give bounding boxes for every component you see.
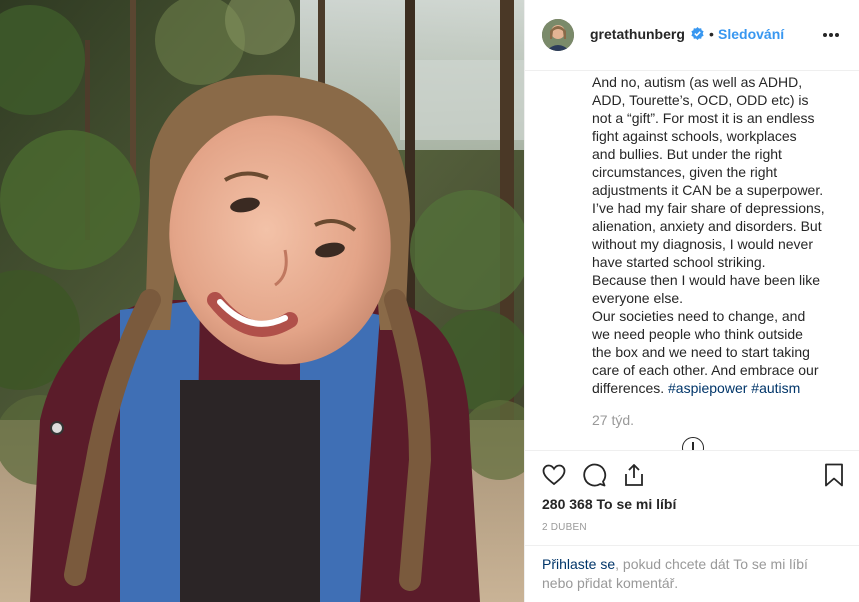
- caption-line: we need people who think outside: [592, 326, 803, 342]
- caption-line: And no, autism (as well as ADHD,: [592, 74, 803, 90]
- like-count-label: To se mi líbí: [596, 496, 677, 512]
- bookmark-icon[interactable]: [821, 462, 847, 488]
- caption-line: circumstances, given the right: [592, 164, 778, 180]
- caption-text: differences.: [592, 380, 669, 396]
- post-photo[interactable]: [0, 0, 524, 602]
- caption-line: Our societies need to change, and: [592, 308, 806, 324]
- heart-icon[interactable]: [541, 462, 567, 488]
- caption-line: everyone else.: [592, 290, 684, 306]
- username[interactable]: gretathunberg: [590, 26, 685, 42]
- caption-line: I’ve had my fair share of depressions,: [592, 200, 825, 216]
- hashtag-autism[interactable]: #autism: [751, 380, 800, 396]
- like-count[interactable]: 280 368 To se mi líbí: [542, 496, 676, 512]
- post-date: 2 DUBEN: [542, 522, 587, 533]
- login-prompt-text-2: nebo přidat komentář.: [542, 575, 679, 591]
- login-link[interactable]: Přihlaste se: [542, 556, 615, 572]
- login-prompt: Přihlaste se, pokud chcete dát To se mi …: [525, 545, 859, 602]
- login-prompt-text: , pokud chcete dát To se mi líbí: [615, 556, 808, 572]
- comment-icon[interactable]: [581, 462, 607, 488]
- like-count-number: 280 368: [542, 496, 593, 512]
- avatar[interactable]: [542, 19, 574, 51]
- action-bar: [525, 450, 859, 500]
- share-icon[interactable]: [621, 462, 647, 488]
- caption-time: 27 týd.: [592, 412, 635, 428]
- follow-button[interactable]: Sledování: [718, 26, 784, 42]
- caption-line: ADD, Tourette’s, OCD, ODD etc) is: [592, 92, 809, 108]
- caption-line: Because then I would have been like: [592, 272, 821, 288]
- post-caption: And no, autism (as well as ADHD, ADD, To…: [592, 73, 844, 397]
- caption-line: care of each other. And embrace our: [592, 362, 819, 378]
- comments-area[interactable]: And no, autism (as well as ADHD, ADD, To…: [525, 71, 859, 450]
- caption-line: without my diagnosis, I would never: [592, 236, 813, 252]
- caption-line: have started school striking.: [592, 254, 766, 270]
- caption-line: the box and we need to start taking: [592, 344, 810, 360]
- verified-badge-icon: [691, 27, 704, 40]
- caption-line-last: differences. #aspiepower #autism: [592, 379, 844, 397]
- caption-line: fight against schools, workplaces: [592, 128, 797, 144]
- header-separator: •: [709, 26, 714, 42]
- caption-line: adjustments it CAN be a superpower.: [592, 182, 824, 198]
- caption-line: and bullies. But under the right: [592, 146, 782, 162]
- post-image: [0, 0, 524, 602]
- more-options-icon[interactable]: [823, 27, 843, 43]
- load-more-comments-icon[interactable]: [682, 437, 704, 450]
- caption-line: alienation, anxiety and disorders. But: [592, 218, 822, 234]
- caption-line: not a “gift”. For most it is an endless: [592, 110, 815, 126]
- post-header: gretathunberg • Sledování: [525, 0, 859, 71]
- post-sidebar: gretathunberg • Sledování And no, autism…: [524, 0, 859, 602]
- hashtag-aspiepower[interactable]: #aspiepower: [668, 380, 747, 396]
